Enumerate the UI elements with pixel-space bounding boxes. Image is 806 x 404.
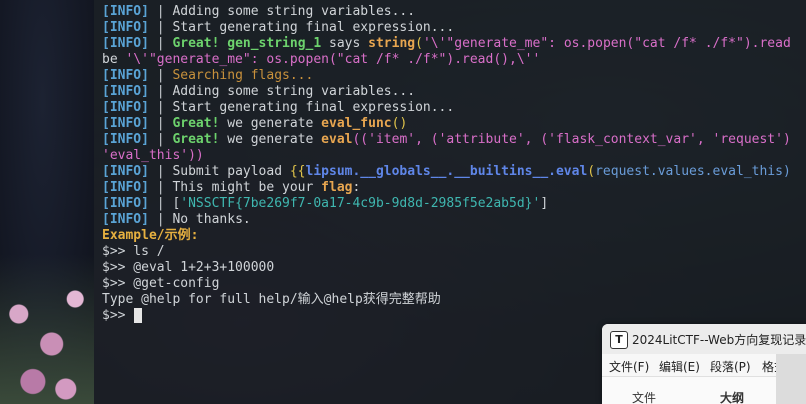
- terminal-line: [INFO] | Great! gen_string_1 says string…: [102, 36, 791, 51]
- editor-title: 2024LitCTF--Web方向复现记录.m: [632, 333, 806, 347]
- example-command: $>> @eval 1+2+3+100000: [102, 260, 275, 275]
- menu-edit[interactable]: 编辑(E): [659, 358, 700, 375]
- example-heading: Example/示例:: [102, 228, 199, 243]
- text-cursor: [134, 308, 142, 323]
- terminal-line: [INFO] | This might be your flag:: [102, 180, 361, 195]
- terminal-line: [INFO] | Start generating final expressi…: [102, 100, 455, 115]
- terminal-line: [INFO] | Adding some string variables...: [102, 84, 416, 99]
- terminal-line: [INFO] | No thanks.: [102, 212, 251, 227]
- terminal-line: [INFO] | Adding some string variables...: [102, 4, 416, 19]
- example-command: $>> @get-config: [102, 276, 220, 291]
- menu-paragraph[interactable]: 段落(P): [710, 358, 751, 375]
- help-hint: Type @help for full help/输入@help获得完整帮助: [102, 292, 441, 307]
- command-prompt[interactable]: $>>: [102, 308, 125, 324]
- typora-logo-icon: T: [610, 331, 628, 349]
- terminal-line: 'eval_this')): [102, 148, 204, 163]
- terminal-line: [INFO] | Submit payload {{lipsum.__globa…: [102, 164, 791, 179]
- terminal-line: [INFO] | Great! we generate eval(('item'…: [102, 132, 791, 147]
- terminal-line: be '\'"generate_me": os.popen("cat /f* .…: [102, 52, 541, 67]
- editor-titlebar[interactable]: T 2024LitCTF--Web方向复现记录.m: [602, 324, 806, 354]
- typora-editor-window[interactable]: T 2024LitCTF--Web方向复现记录.m 文件(F) 编辑(E) 段落…: [602, 324, 806, 404]
- menu-file[interactable]: 文件(F): [609, 358, 649, 375]
- terminal-line: [INFO] | Searching flags...: [102, 68, 314, 83]
- example-command: $>> ls /: [102, 244, 165, 259]
- flag-output-line: [INFO] | ['NSSCTF{7be269f7-0a17-4c9b-9d8…: [102, 196, 549, 211]
- sidebar-tab-files[interactable]: 文件: [632, 389, 656, 404]
- terminal-line: [INFO] | Start generating final expressi…: [102, 20, 455, 35]
- wallpaper-flowers: [0, 254, 94, 404]
- editor-scrollbar[interactable]: [776, 354, 806, 404]
- sidebar-tab-outline[interactable]: 大纲: [720, 389, 744, 404]
- terminal-line: [INFO] | Great! we generate eval_func(): [102, 116, 408, 131]
